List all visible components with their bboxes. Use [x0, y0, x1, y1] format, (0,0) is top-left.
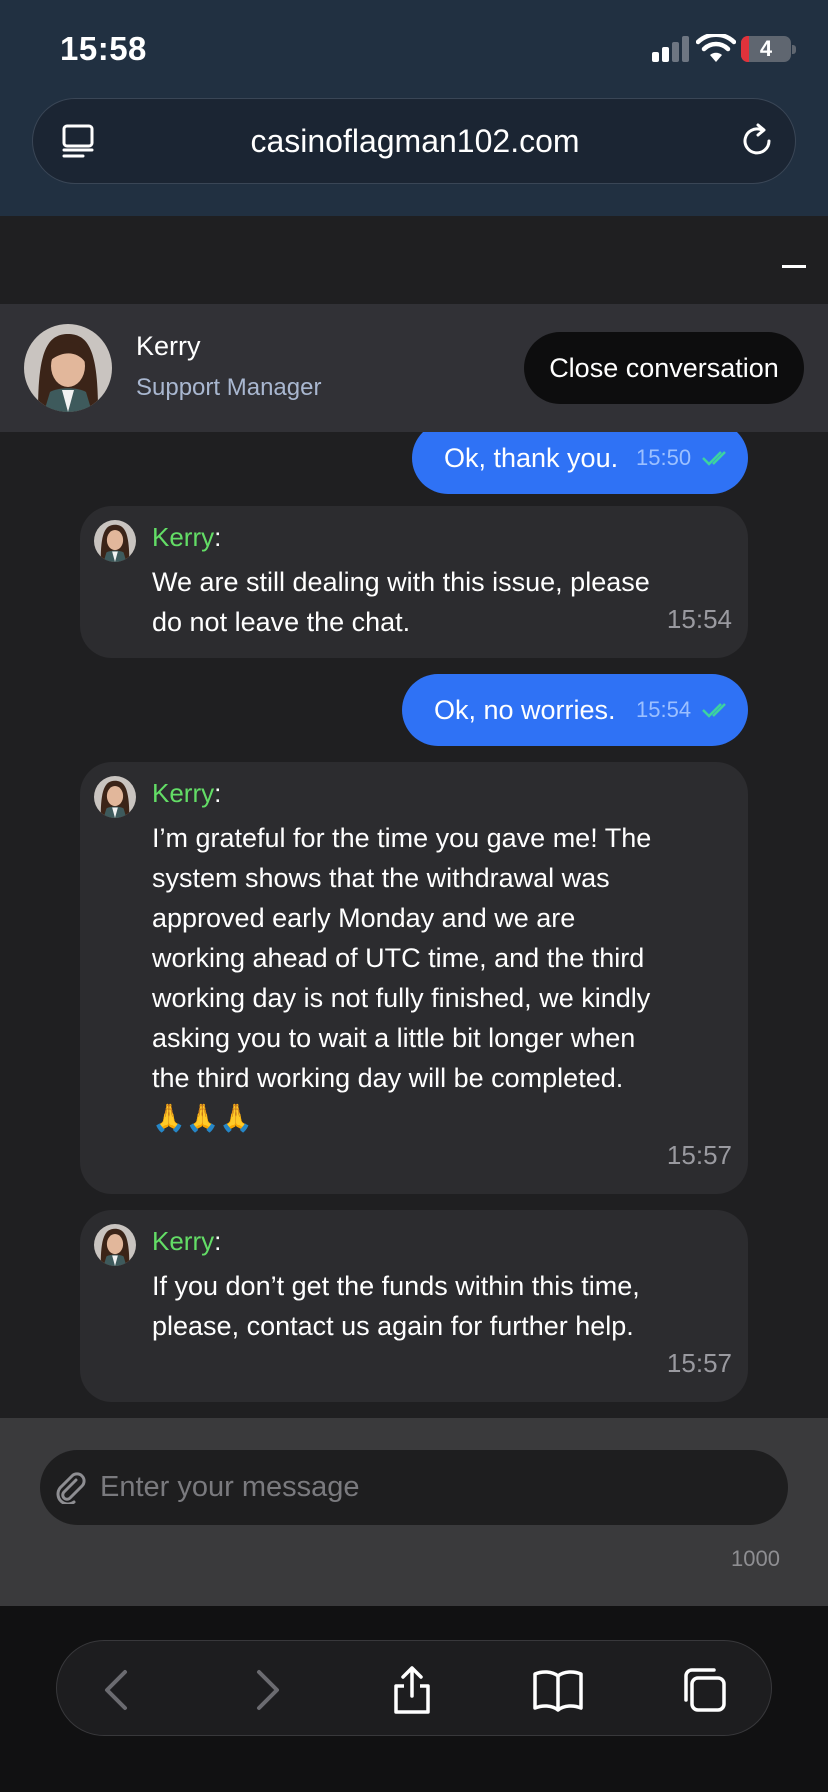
url-text[interactable]: casinoflagman102.com [33, 99, 797, 183]
share-icon[interactable] [386, 1664, 438, 1716]
back-icon[interactable] [92, 1664, 144, 1716]
sender-name: Kerry: [152, 522, 222, 552]
read-check-icon [702, 451, 726, 466]
message-time: 15:54 [636, 697, 692, 722]
close-conversation-button[interactable]: Close conversation [524, 332, 804, 404]
incoming-message: Kerry: We are still dealing with this is… [80, 506, 748, 658]
forward-icon[interactable] [240, 1664, 292, 1716]
outgoing-message: Ok, no worries. 15:54 [402, 674, 748, 746]
message-list[interactable]: Ok, thank you. 15:50 Kerry: We are still… [0, 432, 828, 1418]
status-time: 15:58 [60, 30, 147, 67]
sender-avatar [94, 520, 136, 562]
agent-role: Support Manager [136, 374, 322, 401]
wifi-icon [696, 34, 736, 62]
message-time: 15:57 [666, 1140, 732, 1170]
incoming-message: Kerry: I’m grateful for the time you gav… [80, 762, 748, 1194]
sender-avatar [94, 1224, 136, 1266]
agent-name: Kerry [136, 331, 201, 361]
message-time: 15:57 [666, 1348, 732, 1378]
sender-avatar [94, 776, 136, 818]
message-text: I’m grateful for the time you gave me! T… [152, 823, 652, 1133]
message-input[interactable] [100, 1450, 760, 1525]
paperclip-icon[interactable] [54, 1470, 88, 1504]
message-text: Ok, thank you. [444, 443, 619, 473]
outgoing-message: Ok, thank you. 15:50 [412, 432, 748, 494]
reload-icon[interactable] [739, 123, 775, 159]
read-check-icon [702, 703, 726, 718]
message-time: 15:54 [666, 604, 732, 634]
cellular-signal-icon [652, 36, 689, 62]
message-text: If you don’t get the funds within this t… [152, 1271, 640, 1341]
widget-top-bar [0, 216, 828, 304]
battery-icon: 4 [741, 36, 791, 62]
message-time: 15:50 [636, 445, 692, 470]
tabs-icon[interactable] [678, 1664, 730, 1716]
incoming-message: Kerry: If you don’t get the funds within… [80, 1210, 748, 1402]
status-bar: 15:58 4 [0, 0, 828, 96]
bookmarks-icon[interactable] [532, 1664, 584, 1716]
sender-name: Kerry: [152, 778, 222, 808]
address-bar[interactable]: casinoflagman102.com [32, 98, 796, 184]
battery-level: 4 [759, 36, 773, 61]
minimize-icon[interactable] [782, 265, 806, 268]
sender-name: Kerry: [152, 1226, 222, 1256]
message-text: We are still dealing with this issue, pl… [152, 567, 650, 637]
agent-avatar [24, 324, 112, 412]
message-text: Ok, no worries. [434, 695, 616, 725]
message-input-container[interactable] [40, 1450, 788, 1525]
character-counter: 1000 [731, 1546, 780, 1571]
